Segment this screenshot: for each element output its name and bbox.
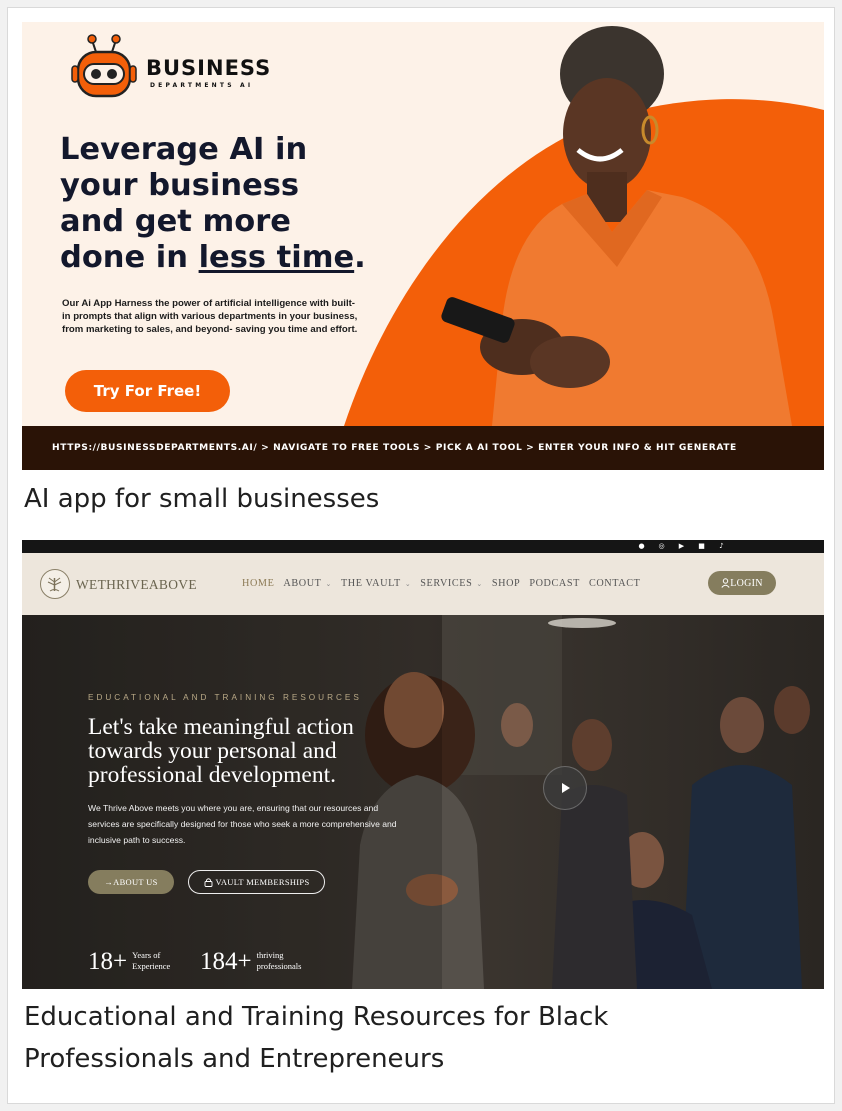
- chevron-down-icon: ⌄: [325, 579, 332, 588]
- caption-educational-resources[interactable]: Educational and Training Resources for B…: [24, 996, 784, 1080]
- tree-logo-icon[interactable]: [40, 569, 70, 599]
- instructions-strip: HTTPS://BUSINESSDEPARTMENTS.AI/ > NAVIGA…: [22, 426, 824, 470]
- youtube-icon[interactable]: ▶: [677, 542, 686, 551]
- stat-number: 18+: [88, 948, 128, 975]
- nav-services[interactable]: SERVICES ⌄: [420, 578, 483, 589]
- vault-memberships-label: VAULT MEMBERSHIPS: [215, 877, 310, 887]
- logo-text[interactable]: WETHRIVEABOVE: [76, 577, 197, 593]
- nav-podcast[interactable]: PODCAST: [529, 578, 580, 589]
- headline: Leverage AI in your business and get mor…: [60, 132, 420, 276]
- headline-end: .: [354, 240, 366, 275]
- headline-line: Leverage AI in: [60, 132, 308, 167]
- play-video-button[interactable]: [543, 766, 587, 810]
- headline-line: your business: [60, 168, 300, 203]
- brand-name: BUSINESS: [146, 56, 272, 80]
- nav-label: CONTACT: [588, 578, 641, 589]
- headline-line: done in less time.: [60, 240, 420, 276]
- stat-label: thriving professionals: [257, 950, 302, 972]
- stat-number: 184+: [200, 948, 252, 975]
- nav-home[interactable]: HOME: [242, 578, 274, 589]
- chevron-down-icon: ⌄: [476, 579, 483, 588]
- headline-line: and get more: [60, 204, 291, 239]
- login-label: LOGIN: [730, 577, 763, 589]
- nav-label: PODCAST: [529, 578, 580, 589]
- instagram-icon[interactable]: ◎: [657, 542, 666, 551]
- hero-title: Let's take meaningful action towards you…: [88, 714, 354, 788]
- business-departments-ai-card[interactable]: BUSINESS DEPARTMENTS AI Leverage AI in y…: [22, 22, 824, 470]
- nav-label: SHOP: [491, 578, 521, 589]
- tiktok-icon[interactable]: ♪: [717, 542, 726, 551]
- nav-label: HOME: [242, 578, 275, 589]
- main-nav: HOME ABOUT ⌄ THE VAULT ⌄ SERVICES ⌄ SHOP PO…: [242, 578, 649, 589]
- facebook-icon[interactable]: ●: [637, 542, 646, 551]
- chevron-down-icon: ⌄: [404, 579, 412, 588]
- social-bar: ● ◎ ▶ ■ ♪: [22, 540, 824, 553]
- wethriveabove-card[interactable]: ● ◎ ▶ ■ ♪ WETHRIVEABOVE HOME ABOUT ⌄ THE …: [22, 540, 824, 989]
- hero-description: We Thrive Above meets you where you are,…: [88, 803, 397, 845]
- lock-icon: [204, 878, 212, 887]
- stat-years: 18+ Years of Experience: [88, 948, 170, 976]
- nav-shop[interactable]: SHOP: [492, 578, 520, 589]
- nav-contact[interactable]: CONTACT: [589, 578, 641, 589]
- login-button[interactable]: LOGIN: [708, 571, 776, 595]
- stat-label-line: thriving: [256, 950, 284, 960]
- caption-ai-app[interactable]: AI app for small businesses: [24, 478, 379, 520]
- headline-underlined: less time: [198, 240, 355, 275]
- stat-label-line: professionals: [256, 961, 302, 971]
- about-us-button[interactable]: →ABOUT US: [88, 870, 174, 894]
- play-icon: [562, 783, 570, 793]
- body-text: Our Ai App Harness the power of artifici…: [62, 298, 358, 335]
- nav-the-vault[interactable]: THE VAULT ⌄: [341, 578, 411, 589]
- linkedin-icon[interactable]: ■: [697, 542, 706, 551]
- vault-memberships-button[interactable]: VAULT MEMBERSHIPS: [188, 870, 325, 894]
- stat-label-line: Experience: [132, 961, 171, 971]
- stat-professionals: 184+ thriving professionals: [200, 948, 301, 976]
- headline-line-start: done in: [60, 240, 199, 275]
- nav-label: THE VAULT: [340, 578, 401, 589]
- stat-label-line: Years of: [132, 950, 161, 960]
- brand-subtitle: DEPARTMENTS AI: [150, 82, 254, 89]
- nav-label: ABOUT: [283, 578, 322, 589]
- user-icon: [721, 578, 730, 588]
- try-for-free-button[interactable]: Try For Free!: [65, 370, 230, 412]
- social-icons: ● ◎ ▶ ■ ♪: [637, 542, 726, 551]
- robot-icon: [71, 34, 137, 98]
- stat-label: Years of Experience: [132, 950, 170, 972]
- nav-about[interactable]: ABOUT ⌄: [283, 578, 332, 589]
- site-header: WETHRIVEABOVE HOME ABOUT ⌄ THE VAULT ⌄ SER…: [22, 553, 824, 615]
- nav-label: SERVICES: [420, 578, 473, 589]
- hero-overtitle: EDUCATIONAL AND TRAINING RESOURCES: [88, 693, 362, 702]
